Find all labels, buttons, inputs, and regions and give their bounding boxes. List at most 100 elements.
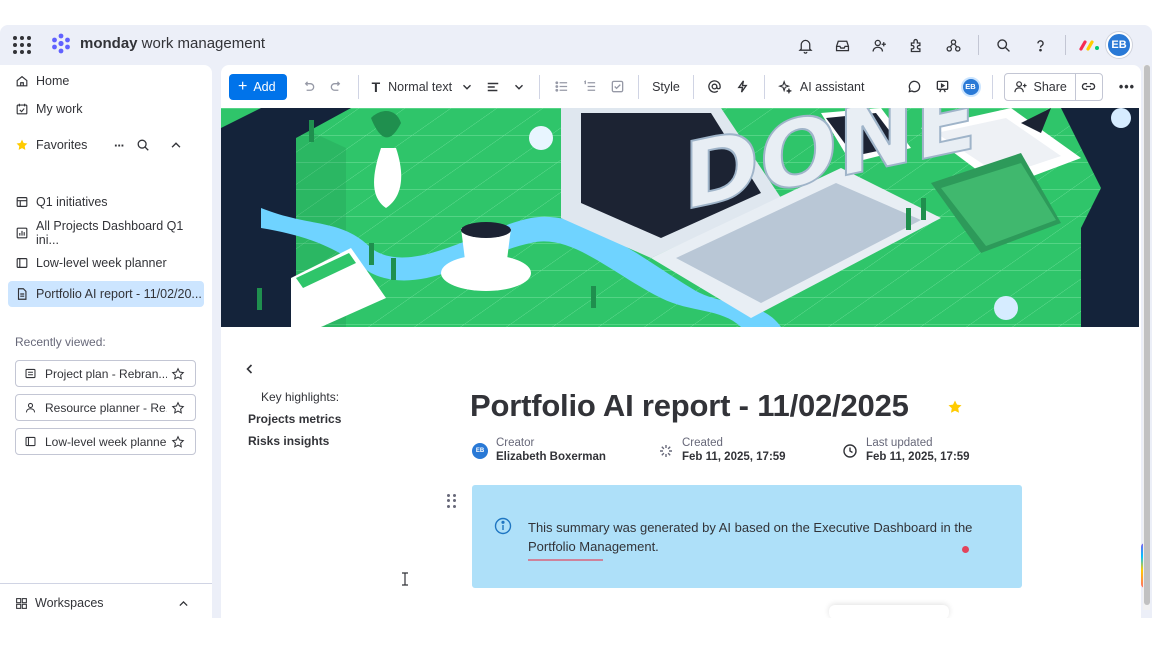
checklist-icon[interactable]	[603, 74, 631, 100]
sidebar-item-portfolio-report[interactable]: Portfolio AI report - 11/02/20...	[8, 281, 204, 307]
doc-toolbar: + Add T Normal text Style AI assistant E…	[221, 65, 1141, 108]
mention-icon[interactable]	[701, 74, 729, 100]
bell-icon[interactable]	[787, 33, 824, 57]
chevron-left-icon[interactable]	[244, 363, 256, 375]
info-icon	[494, 517, 512, 535]
home-icon	[16, 75, 28, 87]
redo-icon[interactable]	[323, 74, 351, 100]
favorites-label: Favorites	[36, 138, 88, 152]
favorites-header[interactable]: Favorites ···	[8, 132, 204, 158]
plus-icon: +	[238, 77, 248, 95]
updated-label: Last updated	[866, 437, 933, 449]
top-icons: EB	[787, 32, 1132, 58]
recently-viewed-label: Recently viewed:	[15, 335, 106, 349]
spellcheck-underline	[528, 559, 603, 561]
sidebar-item-label: All Projects Dashboard Q1 ini...	[36, 219, 184, 247]
bulleted-list-icon[interactable]	[547, 74, 575, 100]
alignment-dropdown[interactable]	[480, 74, 532, 100]
sidebar-item-label: Low-level week planner	[36, 256, 167, 270]
recent-item-week-planner[interactable]: Low-level week planner	[15, 428, 196, 455]
recent-item-label: Project plan - Rebran...	[45, 366, 167, 381]
divider	[638, 74, 640, 99]
toc-item-projects-metrics[interactable]: Projects metrics	[248, 412, 341, 426]
key-highlights-title: Key highlights:	[261, 390, 340, 404]
page-title[interactable]: Portfolio AI report - 11/02/2025	[470, 388, 909, 424]
sidebar-item-my-work[interactable]: My work	[8, 96, 204, 122]
divider	[991, 74, 993, 99]
copy-link-icon[interactable]	[1076, 79, 1102, 94]
search-icon[interactable]	[985, 33, 1022, 57]
add-button[interactable]: + Add	[229, 73, 287, 100]
search-icon[interactable]	[136, 138, 150, 152]
star-outline-icon[interactable]	[171, 435, 185, 449]
add-person-icon	[1013, 81, 1027, 93]
comment-icon[interactable]	[901, 74, 929, 100]
star-filled-icon	[16, 139, 28, 150]
drag-handle-icon[interactable]	[447, 494, 457, 508]
ai-summary-callout[interactable]: This summary was generated by AI based o…	[472, 485, 1022, 588]
inbox-icon[interactable]	[824, 33, 861, 57]
star-outline-icon[interactable]	[171, 367, 185, 381]
undo-icon[interactable]	[295, 74, 323, 100]
workspaces-grid-icon	[16, 597, 27, 609]
star-filled-icon[interactable]	[947, 399, 963, 415]
recent-item-project-plan[interactable]: Project plan - Rebran...	[15, 360, 196, 387]
creator-value: Elizabeth Boxerman	[496, 451, 606, 463]
text-style-dropdown[interactable]: T Normal text	[366, 74, 480, 100]
doc-icon	[17, 288, 27, 300]
created-value: Feb 11, 2025, 17:59	[682, 451, 786, 463]
loader-icon	[660, 445, 672, 457]
updated-meta: Last updated Feb 11, 2025, 17:59	[842, 437, 970, 463]
cursor-indicator	[962, 546, 969, 553]
style-button[interactable]: Style	[646, 74, 686, 100]
sidebar-item-home[interactable]: Home	[8, 68, 204, 94]
automation-icon[interactable]	[729, 74, 757, 100]
monday-product-switcher-icon[interactable]	[1078, 37, 1102, 53]
recent-item-resource-planner[interactable]: Resource planner - Re...	[15, 394, 196, 421]
toc-item-risks-insights[interactable]: Risks insights	[248, 434, 329, 448]
invite-members-icon[interactable]	[861, 33, 898, 57]
calendar-check-icon	[16, 103, 28, 115]
floating-toolbar[interactable]	[829, 605, 949, 618]
help-icon[interactable]	[1022, 33, 1059, 57]
updated-value: Feb 11, 2025, 17:59	[866, 451, 970, 463]
divider	[692, 74, 694, 99]
share-button[interactable]: Share	[1005, 73, 1076, 100]
sidebar-item-week-planner[interactable]: Low-level week planner	[8, 250, 204, 276]
ai-assistant-button[interactable]: AI assistant	[772, 74, 871, 100]
app-switcher-icon[interactable]	[13, 36, 31, 54]
present-icon[interactable]	[929, 74, 957, 100]
scrollbar-thumb[interactable]	[1144, 65, 1150, 605]
panel-icon	[25, 436, 36, 447]
divider	[978, 35, 979, 55]
panel-icon	[16, 258, 28, 268]
monday-logo-icon[interactable]	[50, 32, 72, 54]
star-outline-icon[interactable]	[171, 401, 185, 415]
numbered-list-icon[interactable]	[575, 74, 603, 100]
more-options-icon[interactable]: •••	[1113, 74, 1141, 100]
created-label: Created	[682, 437, 723, 449]
chevron-down-icon	[515, 84, 524, 90]
dashboard-icon	[16, 227, 28, 239]
callout-text[interactable]: This summary was generated by AI based o…	[528, 518, 988, 556]
apps-marketplace-icon[interactable]	[898, 33, 935, 57]
more-options-icon[interactable]: ···	[114, 138, 125, 153]
user-avatar[interactable]: EB	[1106, 32, 1132, 58]
product-name: monday work management	[80, 35, 266, 52]
creator-avatar: EB	[472, 443, 488, 459]
integrations-icon[interactable]	[935, 33, 972, 57]
chevron-down-icon	[463, 84, 472, 90]
chevron-up-icon[interactable]	[169, 138, 183, 152]
text-style-label: Normal text	[388, 79, 453, 94]
sidebar-item-q1-initiatives[interactable]: Q1 initiatives	[8, 189, 204, 215]
divider	[539, 74, 541, 99]
cover-image[interactable]: DONE	[221, 108, 1139, 327]
sidebar-item-label: Q1 initiatives	[36, 195, 108, 209]
collaborator-avatar[interactable]: EB	[957, 74, 985, 100]
sidebar-item-dashboard[interactable]: All Projects Dashboard Q1 ini...	[8, 219, 204, 247]
workspaces-label: Workspaces	[35, 596, 104, 610]
workspaces-toggle[interactable]: Workspaces	[15, 592, 197, 614]
divider	[763, 74, 765, 99]
sparkle-icon	[777, 79, 792, 94]
sidebar-item-label: Home	[36, 74, 70, 88]
